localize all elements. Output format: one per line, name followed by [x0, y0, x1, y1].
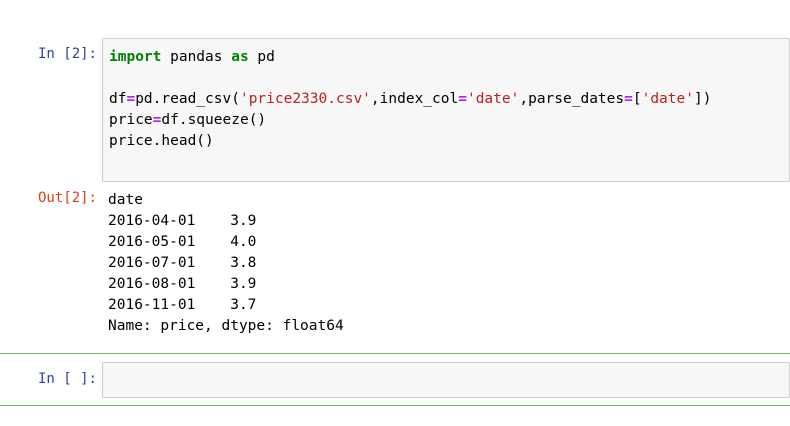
- output-line: date: [108, 192, 143, 208]
- input-prompt-2: In [2]:: [37, 46, 97, 62]
- code-token: ,index_col: [370, 91, 459, 107]
- output-line: 2016-11-01 3.7: [108, 297, 257, 313]
- string-literal: 'price2330.csv': [239, 91, 371, 107]
- output-line: 2016-04-01 3.9: [108, 213, 257, 229]
- keyword-as: as: [231, 49, 249, 65]
- input-prompt-empty: In [ ]:: [37, 371, 97, 387]
- code-cell-2-editor[interactable]: import pandas as pd df=pd.read_csv('price…: [102, 38, 790, 182]
- string-literal: 'date': [641, 91, 694, 107]
- code-line-4: price=df.squeeze(): [109, 110, 789, 131]
- code-line-2-blank: [109, 68, 789, 89]
- output-line: 2016-05-01 4.0: [108, 234, 257, 250]
- code-token: df: [109, 91, 127, 107]
- code-token: pd: [248, 49, 275, 65]
- code-token: pandas: [161, 49, 232, 65]
- output-line: 2016-07-01 3.8: [108, 255, 257, 271]
- code-line-3: df=pd.read_csv('price2330.csv',index_col…: [109, 89, 789, 110]
- output-line: 2016-08-01 3.9: [108, 276, 257, 292]
- selected-cell-bottom-border: [0, 405, 790, 406]
- operator-equals: =: [126, 91, 136, 107]
- string-literal: 'date': [466, 91, 520, 107]
- code-token: pd.read_csv(: [135, 91, 240, 107]
- code-token: [: [632, 91, 642, 107]
- operator-equals: =: [458, 91, 467, 107]
- selected-cell-top-border: [0, 353, 790, 354]
- code-token: df.squeeze(): [161, 112, 267, 128]
- cell-2-output: date 2016-04-01 3.9 2016-05-01 4.0 2016-07-…: [108, 190, 344, 337]
- empty-code-cell-editor[interactable]: [102, 362, 790, 398]
- output-prompt-2: Out[2]:: [37, 190, 97, 206]
- code-line-5: price.head(): [109, 133, 214, 149]
- operator-equals: =: [624, 91, 633, 107]
- code-token: ]): [693, 91, 712, 107]
- output-line: Name: price, dtype: float64: [108, 318, 344, 334]
- keyword-import: import: [109, 49, 162, 65]
- code-token: price: [109, 112, 153, 128]
- code-line-1: import pandas as pd: [109, 47, 789, 68]
- code-cell-2-source: import pandas as pd df=pd.read_csv('price…: [109, 47, 789, 152]
- code-token: ,parse_dates: [519, 91, 625, 107]
